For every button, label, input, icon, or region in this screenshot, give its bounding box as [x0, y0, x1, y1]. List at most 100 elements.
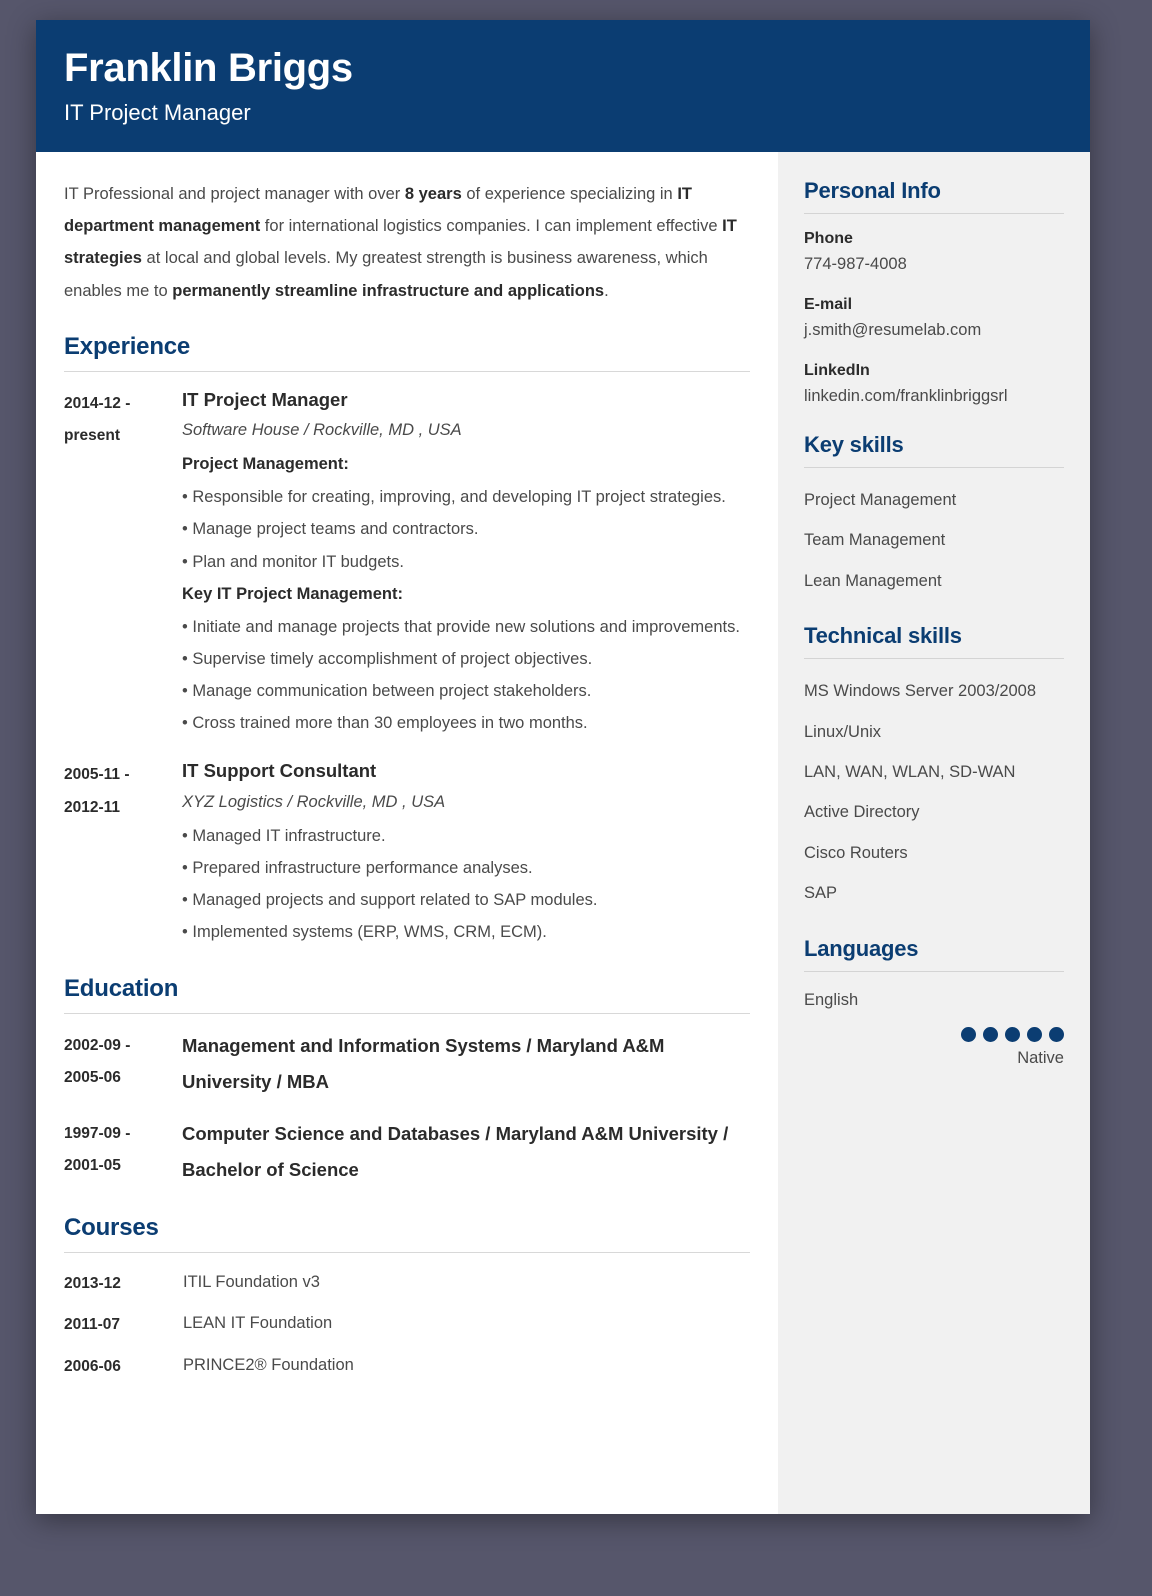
experience-list: 2014-12 - present IT Project Manager Softwa… — [64, 386, 750, 949]
course-name: ITIL Foundation v3 — [183, 1272, 320, 1291]
date-to: 2001-05 — [64, 1157, 121, 1175]
experience-section: Experience 2014-12 - present IT Project Ma… — [64, 333, 750, 949]
technical-skill-item: Cisco Routers — [804, 843, 908, 862]
experience-bullet: • Prepared infrastructure performance an… — [182, 859, 533, 878]
technical-skills-divider — [804, 658, 1064, 660]
date-from: 2014-12 - — [64, 394, 131, 412]
personal-info-section: Personal Info Phone 774-987-4008 E-mail j.s… — [804, 178, 1064, 410]
experience-bullet: • Manage project teams and contractors. — [182, 520, 479, 539]
course-entry: 2006-06 PRINCE2® Foundation — [64, 1350, 750, 1381]
experience-bullet: • Manage communication between project s… — [182, 682, 592, 701]
experience-divider — [64, 370, 750, 372]
experience-bullet: • Plan and monitor IT budgets. — [182, 552, 404, 571]
experience-entry-dates: 2014-12 - present — [64, 386, 182, 740]
technical-skill-item: Linux/Unix — [804, 722, 882, 741]
date-from: 2002-09 - — [64, 1036, 131, 1054]
course-date: 2013-12 — [64, 1274, 121, 1292]
education-degree: Management and Information Systems / Mar… — [182, 1034, 665, 1092]
summary-text-run: of experience specializing in — [461, 185, 678, 203]
technical-skills-heading: Technical skills — [804, 623, 962, 649]
education-entry-content: Management and Information Systems / Mar… — [182, 1028, 750, 1100]
experience-entry: 2005-11 - 2012-11 IT Support Consultant XYZ… — [64, 757, 750, 948]
date-to: present — [64, 427, 120, 445]
rating-dot-icon — [961, 1026, 976, 1042]
experience-bullet: • Initiate and manage projects that prov… — [182, 617, 740, 636]
education-divider — [64, 1012, 750, 1014]
resume-body: IT Professional and project manager with… — [36, 152, 1090, 1514]
personal-info-value: linkedin.com/franklinbriggsrl — [804, 387, 1008, 406]
course-entry-content: LEAN IT Foundation — [182, 1308, 750, 1339]
education-entry-dates: 1997-09 - 2001-05 — [64, 1116, 182, 1188]
summary-text-run: for international logistics companies. I… — [260, 217, 723, 236]
summary-text-run: . — [604, 281, 609, 300]
rating-dot-icon — [983, 1026, 998, 1042]
key-skills-heading: Key skills — [804, 431, 904, 457]
courses-list: 2013-12 ITIL Foundation v3 2011-07 LEAN IT … — [64, 1267, 750, 1381]
education-entry: 1997-09 - 2001-05 Computer Science and Dat… — [64, 1116, 750, 1188]
languages-section: Languages English Native — [804, 936, 1064, 1071]
technical-skills-section: Technical skills MS Windows Server 2003/… — [804, 623, 1064, 914]
date-to: 2012-11 — [64, 798, 121, 816]
personal-info-divider — [804, 213, 1064, 214]
rating-dot-icon — [1005, 1026, 1020, 1042]
date-from: 1997-09 - — [64, 1124, 131, 1142]
experience-entry-content: IT Project Manager Software House / Rockv… — [182, 386, 750, 740]
courses-divider — [64, 1251, 750, 1253]
rating-dot-icon — [1049, 1026, 1064, 1042]
key-skills-section: Key skills Project Management Team Manage… — [804, 432, 1064, 601]
date-from: 2005-11 - — [64, 766, 130, 784]
experience-entry: 2014-12 - present IT Project Manager Softwa… — [64, 386, 750, 740]
candidate-name: Franklin Briggs — [64, 46, 353, 91]
personal-info-value: j.smith@resumelab.com — [804, 321, 982, 340]
experience-role: IT Project Manager — [182, 388, 348, 410]
experience-block-heading: Project Management: — [182, 455, 349, 474]
course-entry: 2013-12 ITIL Foundation v3 — [64, 1267, 750, 1298]
technical-skills-list: MS Windows Server 2003/2008 Linux/Unix LAN… — [804, 671, 1064, 914]
course-date: 2006-06 — [64, 1357, 121, 1375]
personal-info-heading: Personal Info — [804, 178, 941, 203]
personal-info-value: 774-987-4008 — [804, 255, 907, 274]
languages-divider — [804, 970, 1064, 972]
candidate-job-title: IT Project Manager — [64, 100, 251, 126]
summary-highlight: 8 years — [404, 185, 462, 203]
language-rating — [804, 1026, 1064, 1042]
experience-bullet: • Managed projects and support related t… — [182, 891, 598, 910]
summary-highlight: permanently streamline infrastructure an… — [172, 281, 605, 300]
key-skills-list: Project Management Team Management Lean Ma… — [804, 480, 1064, 601]
education-entry-dates: 2002-09 - 2005-06 — [64, 1028, 182, 1100]
education-heading: Education — [64, 974, 179, 1002]
experience-bullet: • Supervise timely accomplishment of pro… — [182, 649, 593, 668]
experience-company: Software House / Rockville, MD , USA — [182, 421, 462, 440]
resume-document: Franklin Briggs IT Project Manager IT Pr… — [36, 20, 1090, 1514]
education-list: 2002-09 - 2005-06 Management and Informati… — [64, 1028, 750, 1188]
rating-dot-icon — [1027, 1026, 1042, 1042]
education-degree: Computer Science and Databases / Marylan… — [182, 1122, 729, 1180]
key-skill-item: Project Management — [804, 490, 957, 509]
course-name: LEAN IT Foundation — [183, 1314, 333, 1333]
course-entry-content: PRINCE2® Foundation — [182, 1350, 750, 1381]
education-entry: 2002-09 - 2005-06 Management and Informati… — [64, 1028, 750, 1100]
personal-info-label: E-mail — [804, 295, 853, 313]
education-section: Education 2002-09 - 2005-06 Management and… — [64, 975, 750, 1188]
technical-skill-item: LAN, WAN, WLAN, SD-WAN — [804, 762, 1016, 781]
personal-info-label: Phone — [804, 230, 853, 247]
technical-skill-item: Active Directory — [804, 803, 920, 822]
experience-bullet: • Responsible for creating, improving, a… — [182, 488, 726, 507]
education-entry-content: Computer Science and Databases / Marylan… — [182, 1116, 750, 1188]
personal-info-label: LinkedIn — [804, 361, 870, 379]
language-name: English — [804, 990, 859, 1009]
course-date: 2011-07 — [64, 1316, 121, 1334]
experience-bullet: • Managed IT infrastructure. — [182, 826, 386, 845]
experience-entry-dates: 2005-11 - 2012-11 — [64, 757, 182, 948]
date-to: 2005-06 — [64, 1069, 121, 1087]
key-skill-item: Lean Management — [804, 571, 942, 590]
languages-heading: Languages — [804, 935, 919, 961]
page-background: Franklin Briggs IT Project Manager IT Pr… — [0, 0, 1152, 1596]
technical-skill-item: SAP — [804, 884, 838, 903]
key-skill-item: Team Management — [804, 531, 946, 550]
technical-skill-item: MS Windows Server 2003/2008 — [804, 682, 1037, 701]
personal-info-list: Phone 774-987-4008 E-mail j.smith@resumelab… — [804, 226, 1064, 410]
experience-entry-content: IT Support Consultant XYZ Logistics / Roc… — [182, 757, 750, 948]
key-skills-divider — [804, 466, 1064, 468]
sidebar: Personal Info Phone 774-987-4008 E-mail j.s… — [778, 152, 1090, 1514]
